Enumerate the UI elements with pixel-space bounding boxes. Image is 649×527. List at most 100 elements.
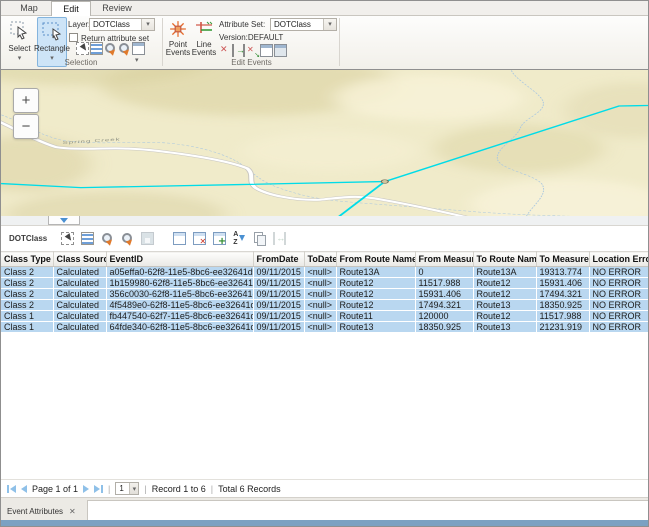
attribute-panel-toolbar: DOTClass (1, 226, 648, 251)
table-cell: 15931.406 (536, 278, 589, 289)
selection-group-label: Selection (1, 58, 161, 67)
tab-map[interactable]: Map (9, 1, 49, 16)
attribute-set-label: Attribute Set: (219, 20, 265, 29)
grid-filler (1, 333, 648, 479)
sort-records-icon[interactable] (233, 232, 246, 245)
table-cell: Calculated (53, 300, 106, 311)
page-select-dropdown[interactable]: 1 (115, 482, 139, 495)
column-header[interactable]: Location Error (589, 252, 648, 267)
record-range-text: Record 1 to 6 (152, 484, 206, 494)
tab-review[interactable]: Review (93, 1, 141, 16)
table-row[interactable]: Class 2Calculateda05effa0-62f8-11e5-8bc6… (1, 267, 648, 278)
attribute-set-dropdown[interactable]: DOTClass (270, 18, 337, 31)
table-cell: Route12 (336, 278, 415, 289)
delete-events-icon[interactable] (218, 44, 231, 57)
tab-edit[interactable]: Edit (51, 1, 91, 16)
column-header[interactable]: EventID (106, 252, 253, 267)
table-cell: Route12 (473, 311, 536, 322)
table-cell: 4f5489e0-62f8-11e5-8bc6-ee32641d5ec9 (106, 300, 253, 311)
select-features-icon[interactable] (76, 42, 89, 55)
column-header[interactable]: To Measure (536, 252, 589, 267)
table-cell: 09/11/2015 (253, 311, 304, 322)
column-header[interactable]: FromDate (253, 252, 304, 267)
table-cell: Route12 (336, 289, 415, 300)
basemap: Spring Creek (1, 70, 648, 216)
table-cell: Class 2 (1, 300, 53, 311)
column-header[interactable]: From Route Name (336, 252, 415, 267)
table-cell: NO ERROR (589, 300, 648, 311)
panel-tab-strip: Event Attributes ✕ (1, 497, 648, 520)
line-events-label: Line Events (192, 41, 216, 57)
group-divider (339, 18, 340, 66)
group-divider (162, 18, 163, 66)
separator: | (108, 484, 110, 494)
table-row[interactable]: Class 2Calculated1b159980-62f8-11e5-8bc6… (1, 278, 648, 289)
pan-to-record-icon[interactable] (121, 232, 134, 245)
table-cell: NO ERROR (589, 289, 648, 300)
extend-events-icon[interactable] (232, 44, 245, 57)
add-record-icon[interactable] (213, 232, 226, 245)
table-cell: Route13A (336, 267, 415, 278)
column-header[interactable]: ToDate (304, 252, 336, 267)
column-header[interactable]: Class Source (53, 252, 106, 267)
window-bottom-edge (1, 520, 648, 526)
first-page-button[interactable] (7, 485, 16, 493)
table-row[interactable]: Class 1Calculatedfb447540-62f7-11e5-8bc6… (1, 311, 648, 322)
table-cell: Route12 (336, 300, 415, 311)
table-row[interactable]: Class 2Calculated356c0030-62f8-11e5-8bc6… (1, 289, 648, 300)
selection-options-icon[interactable] (132, 42, 145, 55)
table-cell: Route11 (336, 311, 415, 322)
route-junction-marker[interactable] (381, 180, 388, 184)
chevron-down-icon[interactable] (323, 19, 336, 30)
last-page-button[interactable] (94, 485, 103, 493)
collapse-panel-button[interactable] (48, 216, 80, 225)
layer-dropdown[interactable]: DOTClass (89, 18, 155, 31)
column-header[interactable]: To Route Name (473, 252, 536, 267)
table-cell: Class 2 (1, 289, 53, 300)
separator: | (211, 484, 213, 494)
tab-event-attributes[interactable]: Event Attributes ✕ (7, 501, 76, 521)
delete-record-icon[interactable] (193, 232, 206, 245)
split-events-icon[interactable] (246, 44, 259, 57)
map-canvas[interactable]: Spring Creek + − (1, 69, 648, 216)
copy-records-icon[interactable] (253, 232, 266, 245)
close-icon[interactable]: ✕ (69, 507, 76, 516)
page-indicator: Page 1 of 1 (32, 484, 78, 494)
pan-to-selection-icon[interactable] (118, 42, 131, 55)
table-cell: Route12 (473, 289, 536, 300)
select-records-icon[interactable] (61, 232, 74, 245)
event-table-icon[interactable] (274, 44, 287, 57)
column-header[interactable]: Class Type (1, 252, 53, 267)
previous-page-button[interactable] (21, 485, 27, 493)
table-cell: Route13A (473, 267, 536, 278)
table-cell: 11517.988 (536, 311, 589, 322)
table-cell: 18350.925 (415, 322, 473, 333)
chevron-down-icon[interactable] (129, 483, 138, 494)
panel-splitter[interactable] (1, 216, 648, 226)
zoom-in-button[interactable]: + (13, 88, 39, 113)
table-cell: 356c0030-62f8-11e5-8bc6-ee32641d5ec9 (106, 289, 253, 300)
fit-columns-icon[interactable] (273, 232, 286, 245)
ribbon-tab-bar: Map Edit Review (1, 1, 648, 16)
table-cell: 09/11/2015 (253, 289, 304, 300)
next-page-button[interactable] (83, 485, 89, 493)
tab-event-attributes-label: Event Attributes (7, 507, 63, 516)
zoom-to-record-icon[interactable] (101, 232, 114, 245)
table-cell: NO ERROR (589, 267, 648, 278)
chevron-down-icon[interactable] (141, 19, 154, 30)
table-row[interactable]: Class 2Calculated4f5489e0-62f8-11e5-8bc6… (1, 300, 648, 311)
open-table-icon[interactable] (173, 232, 186, 245)
zoom-out-button[interactable]: − (13, 114, 39, 139)
show-attributes-icon[interactable] (90, 42, 103, 55)
point-events-icon (169, 20, 187, 40)
table-cell: 1b159980-62f8-11e5-8bc6-ee32641d5ec9 (106, 278, 253, 289)
save-edits-icon[interactable] (141, 232, 154, 245)
table-row[interactable]: Class 1Calculated64fde340-62f8-11e5-8bc6… (1, 322, 648, 333)
event-editor-window: Map Edit Review Select Rectangle (0, 0, 649, 527)
return-attribute-set-checkbox[interactable] (69, 33, 78, 42)
zoom-to-selection-icon[interactable] (104, 42, 117, 55)
event-panel-icon[interactable] (260, 44, 273, 57)
show-selected-records-icon[interactable] (81, 232, 94, 245)
table-cell: 21231.919 (536, 322, 589, 333)
column-header[interactable]: From Measure (415, 252, 473, 267)
